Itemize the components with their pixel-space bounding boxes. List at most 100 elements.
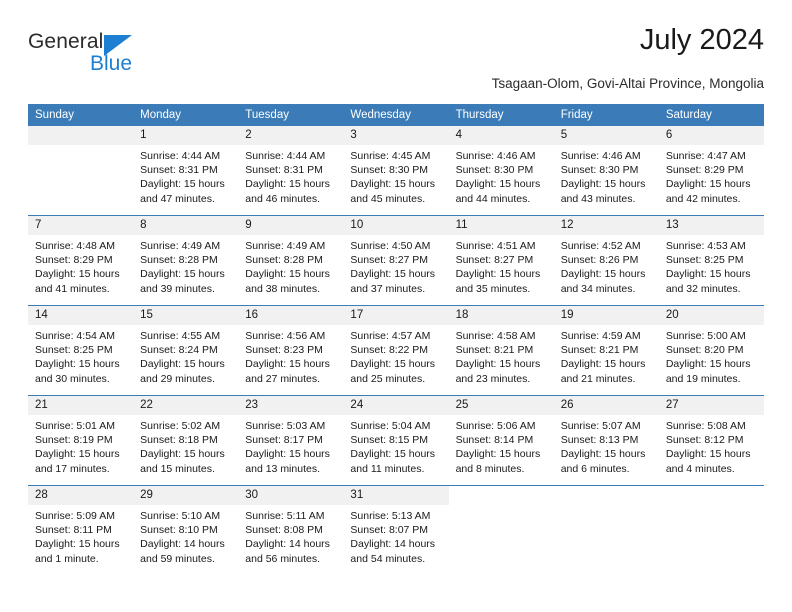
sunrise-time: Sunrise: 5:00 AM: [665, 330, 746, 342]
calendar-day-cell[interactable]: 24 Sunrise: 5:04 AM Sunset: 8:15 PM Dayligh…: [343, 395, 449, 486]
sunrise-time: Sunrise: 4:56 AM: [245, 330, 326, 342]
calendar-day-cell[interactable]: 21 Sunrise: 5:01 AM Sunset: 8:19 PM Dayligh…: [28, 395, 134, 486]
day-cell-content: 8 Sunrise: 4:49 AM Sunset: 8:28 PM Daylight…: [133, 216, 239, 305]
daylight-duration-line2: and 35 minutes.: [455, 282, 531, 295]
day-number: 15: [133, 306, 239, 325]
sunrise-time: Sunrise: 4:48 AM: [35, 240, 115, 252]
sunrise-time: Sunrise: 5:04 AM: [350, 420, 431, 432]
calendar-day-cell[interactable]: 27 Sunrise: 5:08 AM Sunset: 8:12 PM Dayligh…: [658, 395, 764, 486]
sunrise-time: Sunrise: 5:07 AM: [560, 420, 641, 432]
calendar-day-cell[interactable]: 18 Sunrise: 4:58 AM Sunset: 8:21 PM Dayligh…: [448, 305, 554, 396]
day-cell-content: 30 Sunrise: 5:11 AM Sunset: 8:08 PM Dayligh…: [238, 486, 344, 575]
day-cell-content: 15 Sunrise: 4:55 AM Sunset: 8:24 PM Dayligh…: [133, 306, 239, 395]
day-number: 24: [343, 396, 449, 415]
day-cell-content: 1 Sunrise: 4:44 AM Sunset: 8:31 PM Daylight…: [133, 126, 239, 215]
day-sun-info: Sunrise: 4:52 AM Sunset: 8:26 PM Daylight:…: [554, 235, 659, 296]
day-cell-content: 19 Sunrise: 4:59 AM Sunset: 8:21 PM Dayligh…: [553, 306, 659, 395]
calendar-day-cell[interactable]: 29 Sunrise: 5:10 AM Sunset: 8:10 PM Dayligh…: [133, 485, 239, 575]
calendar-day-cell[interactable]: 1 Sunrise: 4:44 AM Sunset: 8:31 PM Daylight…: [133, 126, 239, 216]
calendar-day-cell[interactable]: 16 Sunrise: 4:56 AM Sunset: 8:23 PM Dayligh…: [238, 305, 344, 396]
calendar-day-cell[interactable]: 3 Sunrise: 4:45 AM Sunset: 8:30 PM Daylight…: [343, 126, 449, 216]
calendar-day-cell[interactable]: 15 Sunrise: 4:55 AM Sunset: 8:24 PM Dayligh…: [133, 305, 239, 396]
calendar-day-cell[interactable]: 19 Sunrise: 4:59 AM Sunset: 8:21 PM Dayligh…: [553, 305, 659, 396]
calendar-day-cell[interactable]: 13 Sunrise: 4:53 AM Sunset: 8:25 PM Dayligh…: [658, 215, 764, 306]
sunset-time: Sunset: 8:23 PM: [245, 344, 323, 357]
day-cell-content: 4 Sunrise: 4:46 AM Sunset: 8:30 PM Daylight…: [448, 126, 554, 215]
calendar-week-row: 7 Sunrise: 4:48 AM Sunset: 8:29 PM Daylight…: [28, 215, 764, 306]
day-sun-info: Sunrise: 4:46 AM Sunset: 8:30 PM Daylight:…: [449, 145, 554, 206]
daylight-duration-line2: and 4 minutes.: [665, 462, 735, 475]
calendar-day-cell[interactable]: 2 Sunrise: 4:44 AM Sunset: 8:31 PM Daylight…: [238, 126, 344, 216]
calendar-day-cell[interactable]: 23 Sunrise: 5:03 AM Sunset: 8:17 PM Dayligh…: [238, 395, 344, 486]
calendar-day-cell[interactable]: 10 Sunrise: 4:50 AM Sunset: 8:27 PM Dayligh…: [343, 215, 449, 306]
day-number: 8: [133, 216, 239, 235]
calendar-day-cell[interactable]: 12 Sunrise: 4:52 AM Sunset: 8:26 PM Dayligh…: [553, 215, 659, 306]
calendar-day-cell[interactable]: 28 Sunrise: 5:09 AM Sunset: 8:11 PM Dayligh…: [28, 485, 134, 575]
calendar-day-cell: [658, 485, 764, 575]
day-cell-content: 21 Sunrise: 5:01 AM Sunset: 8:19 PM Dayligh…: [28, 396, 134, 485]
calendar-day-cell[interactable]: 4 Sunrise: 4:46 AM Sunset: 8:30 PM Daylight…: [448, 126, 554, 216]
daylight-duration-line2: and 13 minutes.: [245, 462, 320, 475]
day-sun-info: Sunrise: 5:06 AM Sunset: 8:14 PM Daylight:…: [449, 415, 554, 476]
sunrise-time: Sunrise: 5:09 AM: [35, 510, 115, 522]
calendar-day-cell[interactable]: 9 Sunrise: 4:49 AM Sunset: 8:28 PM Daylight…: [238, 215, 344, 306]
daylight-duration-line1: Daylight: 15 hours: [245, 358, 330, 371]
calendar-day-cell[interactable]: 14 Sunrise: 4:54 AM Sunset: 8:25 PM Dayligh…: [28, 305, 134, 396]
day-number: 14: [28, 306, 134, 325]
calendar-day-cell[interactable]: 25 Sunrise: 5:06 AM Sunset: 8:14 PM Dayligh…: [448, 395, 554, 486]
day-cell-content: 10 Sunrise: 4:50 AM Sunset: 8:27 PM Dayligh…: [343, 216, 449, 305]
daylight-duration-line2: and 37 minutes.: [350, 282, 426, 295]
daylight-duration-line1: Daylight: 15 hours: [245, 268, 330, 281]
sunrise-time: Sunrise: 5:10 AM: [140, 510, 221, 522]
sunrise-time: Sunrise: 4:59 AM: [560, 330, 641, 342]
calendar-day-cell[interactable]: 22 Sunrise: 5:02 AM Sunset: 8:18 PM Dayligh…: [133, 395, 239, 486]
calendar-day-cell[interactable]: 26 Sunrise: 5:07 AM Sunset: 8:13 PM Dayligh…: [553, 395, 659, 486]
sunrise-time: Sunrise: 4:58 AM: [455, 330, 536, 342]
daylight-duration-line1: Daylight: 15 hours: [245, 178, 330, 191]
sunrise-time: Sunrise: 4:44 AM: [140, 150, 221, 162]
calendar-day-cell[interactable]: 7 Sunrise: 4:48 AM Sunset: 8:29 PM Daylight…: [28, 215, 134, 306]
calendar-header-row: Sunday Monday Tuesday Wednesday Thursday…: [28, 104, 764, 126]
day-number: 2: [238, 126, 344, 145]
sunrise-time: Sunrise: 4:53 AM: [665, 240, 746, 252]
daylight-duration-line1: Daylight: 15 hours: [35, 448, 120, 461]
calendar-day-cell[interactable]: 6 Sunrise: 4:47 AM Sunset: 8:29 PM Daylight…: [658, 126, 764, 216]
page-header: General Blue July 2024 Tsagaan-Olom, Gov…: [28, 24, 764, 98]
daylight-duration-line1: Daylight: 15 hours: [455, 448, 541, 461]
sunrise-time: Sunrise: 5:01 AM: [35, 420, 115, 432]
weekday-header-friday: Friday: [553, 104, 659, 126]
daylight-duration-line2: and 27 minutes.: [245, 372, 320, 385]
sunset-time: Sunset: 8:28 PM: [245, 254, 323, 267]
day-sun-info: Sunrise: 4:45 AM Sunset: 8:30 PM Daylight:…: [343, 145, 448, 206]
daylight-duration-line2: and 46 minutes.: [245, 192, 320, 205]
daylight-duration-line2: and 1 minute.: [35, 552, 99, 565]
calendar-day-cell[interactable]: 11 Sunrise: 4:51 AM Sunset: 8:27 PM Dayligh…: [448, 215, 554, 306]
day-number: 18: [448, 306, 554, 325]
sunset-time: Sunset: 8:08 PM: [245, 524, 323, 537]
calendar-day-cell[interactable]: 31 Sunrise: 5:13 AM Sunset: 8:07 PM Dayligh…: [343, 485, 449, 575]
day-number: 22: [133, 396, 239, 415]
calendar-day-cell[interactable]: 5 Sunrise: 4:46 AM Sunset: 8:30 PM Daylight…: [553, 126, 659, 216]
calendar-day-cell[interactable]: 8 Sunrise: 4:49 AM Sunset: 8:28 PM Daylight…: [133, 215, 239, 306]
day-cell-content: [554, 486, 659, 575]
day-cell-content: 29 Sunrise: 5:10 AM Sunset: 8:10 PM Dayligh…: [133, 486, 239, 575]
logo-word-general: General: [28, 30, 104, 53]
daylight-duration-line1: Daylight: 15 hours: [35, 538, 120, 551]
day-cell-content: [449, 486, 554, 575]
day-cell-content: 12 Sunrise: 4:52 AM Sunset: 8:26 PM Dayligh…: [553, 216, 659, 305]
calendar-day-cell[interactable]: 17 Sunrise: 4:57 AM Sunset: 8:22 PM Dayligh…: [343, 305, 449, 396]
day-sun-info: Sunrise: 5:10 AM Sunset: 8:10 PM Daylight:…: [133, 505, 238, 566]
day-number: 30: [238, 486, 344, 505]
sunrise-time: Sunrise: 5:02 AM: [140, 420, 221, 432]
sunrise-time: Sunrise: 4:55 AM: [140, 330, 221, 342]
calendar-week-row: 21 Sunrise: 5:01 AM Sunset: 8:19 PM Dayligh…: [28, 395, 764, 486]
calendar-day-cell[interactable]: 20 Sunrise: 5:00 AM Sunset: 8:20 PM Dayligh…: [658, 305, 764, 396]
daylight-duration-line2: and 59 minutes.: [140, 552, 215, 565]
daylight-duration-line1: Daylight: 15 hours: [560, 268, 646, 281]
day-sun-info: Sunrise: 4:59 AM Sunset: 8:21 PM Daylight:…: [554, 325, 659, 386]
calendar-day-cell[interactable]: 30 Sunrise: 5:11 AM Sunset: 8:08 PM Dayligh…: [238, 485, 344, 575]
day-number: 13: [658, 216, 764, 235]
sunrise-time: Sunrise: 4:46 AM: [560, 150, 641, 162]
day-sun-info: Sunrise: 4:56 AM Sunset: 8:23 PM Daylight:…: [238, 325, 343, 386]
calendar-week-row: 28 Sunrise: 5:09 AM Sunset: 8:11 PM Dayligh…: [28, 485, 764, 575]
